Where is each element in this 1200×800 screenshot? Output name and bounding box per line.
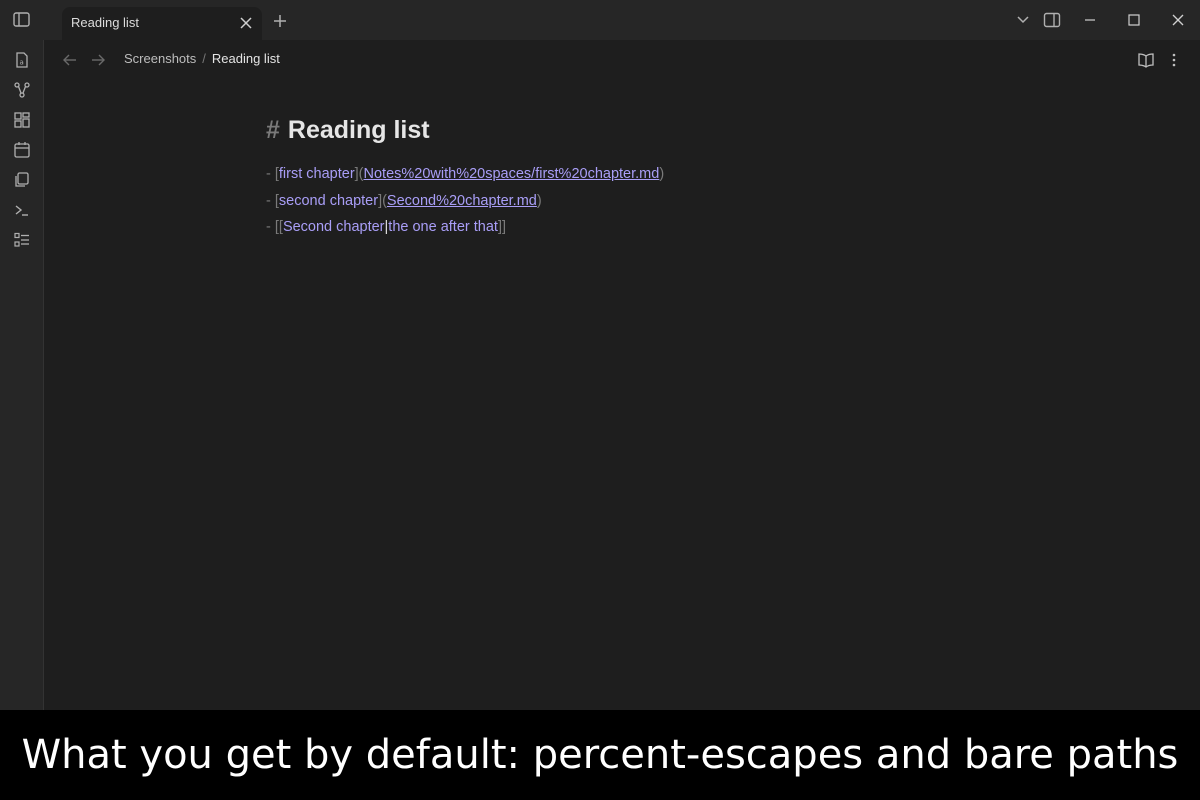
wikilink-bracket: ]]: [497, 219, 506, 235]
calendar-icon[interactable]: [13, 141, 31, 159]
breadcrumb: Screenshots / Reading list: [124, 51, 280, 66]
breadcrumb-note[interactable]: Reading list: [212, 51, 280, 66]
title-bar: Reading list: [0, 0, 1200, 40]
wikilink-bracket: [[: [274, 219, 283, 235]
tasks-icon[interactable]: [13, 231, 31, 249]
breadcrumb-separator: /: [202, 51, 206, 66]
link-url[interactable]: Second%20chapter.md: [387, 193, 537, 209]
tab-reading-list[interactable]: Reading list: [62, 7, 262, 40]
list-item: - [[Second chapter|the one after that]]: [266, 219, 966, 246]
tab-list-chevron-down-icon[interactable]: [1014, 12, 1032, 28]
templates-icon[interactable]: [13, 171, 31, 189]
back-arrow-icon[interactable]: [62, 52, 78, 68]
link-bracket: ): [659, 166, 665, 182]
canvas-icon[interactable]: [13, 111, 31, 129]
note-heading: # Reading list: [266, 112, 966, 148]
close-icon[interactable]: [238, 15, 254, 31]
heading-text: Reading list: [287, 115, 430, 144]
list-bullet: -: [266, 166, 271, 182]
list-item: - [first chapter](Notes%20with%20spaces/…: [266, 166, 966, 193]
heading-marker: #: [266, 115, 280, 144]
graph-icon[interactable]: [13, 81, 31, 99]
link-bracket: ](: [354, 166, 364, 182]
svg-text:a: a: [20, 59, 24, 67]
left-ribbon: a: [0, 40, 44, 710]
sidebar-toggle-icon[interactable]: [12, 11, 32, 29]
new-note-icon[interactable]: a: [13, 51, 31, 69]
terminal-icon[interactable]: [13, 201, 31, 219]
wikilink-alias: the one after that: [388, 219, 498, 235]
new-tab-icon[interactable]: [272, 13, 288, 29]
minimize-icon[interactable]: [1081, 12, 1099, 28]
link-text: second chapter: [278, 192, 379, 209]
caption-banner: What you get by default: percent-escapes…: [0, 710, 1200, 800]
link-bracket: ](: [378, 192, 387, 209]
right-sidebar-toggle-icon[interactable]: [1043, 12, 1061, 28]
more-options-icon[interactable]: [1165, 51, 1183, 69]
list-item: - [second chapter](Second%20chapter.md): [266, 193, 966, 220]
tab-title: Reading list: [71, 15, 139, 30]
breadcrumb-folder[interactable]: Screenshots: [124, 51, 196, 66]
link-url[interactable]: Notes%20with%20spaces/first%20chapter.md: [364, 166, 660, 182]
editor-pane: Screenshots / Reading list # Reading lis…: [44, 40, 1200, 710]
list-bullet: -: [266, 219, 271, 235]
reading-view-book-icon[interactable]: [1137, 51, 1155, 69]
maximize-icon[interactable]: [1125, 12, 1143, 28]
caption-text: What you get by default: percent-escapes…: [21, 732, 1179, 778]
window-close-icon[interactable]: [1169, 12, 1187, 28]
link-bracket: ): [536, 192, 542, 209]
wikilink-target[interactable]: Second chapter: [283, 219, 385, 235]
link-text: first chapter: [278, 166, 355, 182]
list-bullet: -: [266, 192, 271, 209]
note-editor[interactable]: # Reading list - [first chapter](Notes%2…: [266, 112, 966, 246]
forward-arrow-icon[interactable]: [90, 52, 106, 68]
